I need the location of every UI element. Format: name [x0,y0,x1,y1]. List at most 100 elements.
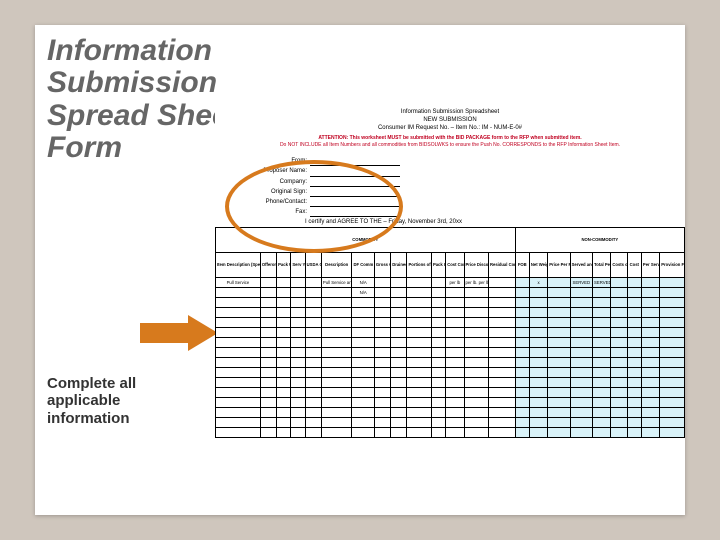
table-cell [260,398,276,408]
table-cell [291,328,305,338]
table-cell [291,358,305,368]
table-cell [321,288,352,298]
table-cell [515,318,529,328]
table-cell [611,408,627,418]
table-cell [305,398,321,408]
column-header: Costs of [611,253,627,278]
table-cell [305,358,321,368]
table-cell [260,378,276,388]
table-cell [277,398,291,408]
table-cell [431,288,445,298]
table-cell [321,358,352,368]
table-cell [407,298,431,308]
table-row [216,298,685,308]
table-cell [488,368,515,378]
table-cell: per lb [446,278,464,288]
table-cell [277,318,291,328]
table-cell [488,288,515,298]
table-cell [660,328,685,338]
table-cell [431,408,445,418]
table-cell [260,408,276,418]
table-cell [446,408,464,418]
column-header: Served and Longest Product Code [570,253,592,278]
table-cell [321,338,352,348]
table-cell [627,358,641,368]
table-cell [593,328,611,338]
table-cell [611,388,627,398]
table-cell [641,368,659,378]
table-row [216,308,685,318]
table-cell [570,398,592,408]
table-cell [464,398,488,408]
table-cell [529,428,547,438]
table-cell [291,318,305,328]
table-cell [611,368,627,378]
table-cell [515,298,529,308]
table-cell [446,328,464,338]
table-cell [291,378,305,388]
table-cell [488,428,515,438]
table-cell [407,318,431,328]
table-cell [391,418,407,428]
table-cell [660,418,685,428]
table-cell [277,288,291,298]
table-cell [611,338,627,348]
spreadsheet-grid: COMMODITYNON-COMMODITYItem Description (… [215,227,685,438]
table-cell [431,418,445,428]
table-cell [391,378,407,388]
table-cell [216,378,261,388]
title-line: Spread Sheet [47,99,239,132]
column-header: Net Weight Per Case [529,253,547,278]
table-cell [291,338,305,348]
table-cell [216,408,261,418]
table-cell [291,298,305,308]
table-cell [529,308,547,318]
table-cell [627,408,641,418]
table-cell [407,418,431,428]
table-cell [627,348,641,358]
table-row [216,338,685,348]
column-header: Item Description (Specific) [216,253,261,278]
table-cell [446,348,464,358]
table-cell [446,288,464,298]
table-cell [352,308,374,318]
table-cell [627,278,641,288]
table-cell [464,298,488,308]
table-cell [641,328,659,338]
table-cell [446,428,464,438]
table-cell [321,428,352,438]
table-cell [641,338,659,348]
table-cell [260,318,276,328]
table-cell [529,408,547,418]
table-cell [305,278,321,288]
table-cell [407,308,431,318]
table-cell [570,328,592,338]
table-row [216,378,685,388]
table-cell [260,348,276,358]
table-cell [374,318,390,328]
table-cell: SERVED [593,278,611,288]
table-cell [570,368,592,378]
table-cell [464,408,488,418]
table-cell [305,408,321,418]
table-cell [627,298,641,308]
table-cell [488,328,515,338]
table-cell [660,428,685,438]
table-cell [260,308,276,318]
table-cell [611,318,627,328]
table-cell [391,348,407,358]
table-cell [641,408,659,418]
table-cell [611,288,627,298]
table-cell [446,298,464,308]
table-cell [321,368,352,378]
table-cell [352,428,374,438]
table-cell [216,368,261,378]
table-cell [391,338,407,348]
table-cell [641,278,659,288]
table-cell [431,298,445,308]
table-cell [593,338,611,348]
column-header: Price Discount Cost per Serving [464,253,488,278]
table-cell [464,308,488,318]
table-cell [464,418,488,428]
table-cell [464,288,488,298]
